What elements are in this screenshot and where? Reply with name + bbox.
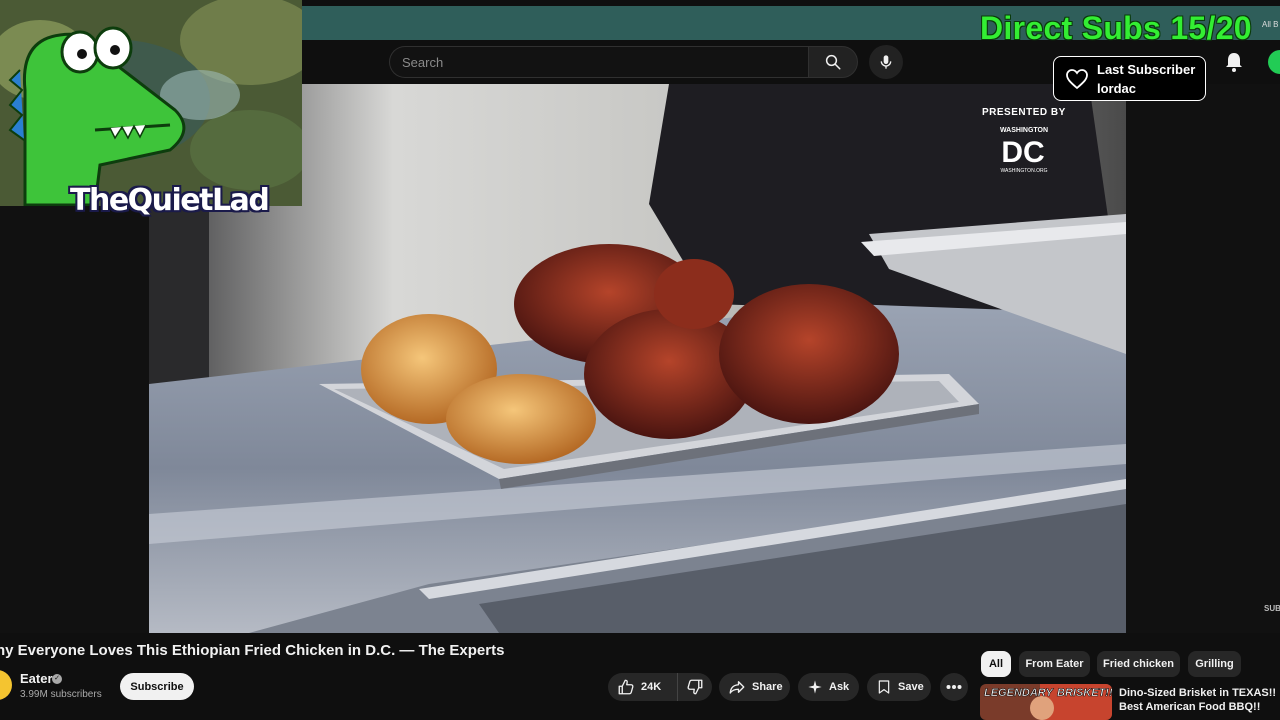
corner-text: All B <box>1262 20 1279 29</box>
subscribe-button[interactable]: Subscribe <box>120 673 194 700</box>
recommendation-thumbnail[interactable]: LEGENDARY BRISKET!!! <box>980 684 1112 720</box>
sponsor-logo: WASHINGTON DC WASHINGTON.ORG <box>1000 127 1048 174</box>
thumb-text-2: BRISKET!!! <box>1057 687 1112 699</box>
share-label: Share <box>752 681 783 693</box>
share-icon <box>729 681 745 694</box>
bell-icon[interactable] <box>1222 50 1246 74</box>
search-input[interactable] <box>402 47 792 77</box>
subscriber-count: 3.99M subscribers <box>20 689 102 700</box>
last-subscriber-name: lordac <box>1097 81 1137 96</box>
like-count: 24K <box>641 681 662 693</box>
heart-icon <box>1066 69 1088 90</box>
save-label: Save <box>898 681 924 693</box>
chip-fried-chicken[interactable]: Fried chicken <box>1097 651 1180 677</box>
ask-label: Ask <box>829 681 850 693</box>
search-box[interactable] <box>389 46 809 78</box>
thumbs-down-icon <box>687 679 703 695</box>
like-dislike-group: 24K <box>608 673 712 701</box>
sponsor-small-text: WASHINGTON <box>1000 127 1048 134</box>
sparkle-icon <box>808 680 822 694</box>
ask-button[interactable]: Ask <box>798 673 859 701</box>
channel-name[interactable]: Eater <box>20 671 53 686</box>
share-button[interactable]: Share <box>719 673 790 701</box>
video-title: hy Everyone Loves This Ethiopian Fried C… <box>0 642 505 659</box>
sponsor-logo-text: DC <box>1001 136 1044 169</box>
more-actions-button[interactable] <box>940 673 968 701</box>
presented-by-text: PRESENTED BY <box>982 107 1066 118</box>
like-button[interactable]: 24K <box>608 673 678 701</box>
chip-grilling[interactable]: Grilling <box>1188 651 1241 677</box>
more-horizontal-icon <box>946 685 962 689</box>
corner-watermark: SUB <box>1264 604 1280 613</box>
streamer-cam <box>0 0 302 206</box>
recommendation-title[interactable]: Dino-Sized Brisket in TEXAS!! Best Ameri… <box>1119 686 1279 714</box>
subs-goal-counter: Direct Subs 15/20 <box>980 10 1252 46</box>
last-subscriber-box: Last Subscriber lordac <box>1053 56 1206 101</box>
save-button[interactable]: Save <box>867 673 931 701</box>
streamer-name: TheQuietLad <box>70 183 270 218</box>
last-subscriber-label: Last Subscriber <box>1097 62 1196 77</box>
search-icon <box>825 54 841 70</box>
dislike-button[interactable] <box>678 673 712 701</box>
sponsor-url-text: WASHINGTON.ORG <box>1001 168 1048 174</box>
thumb-text-1: LEGENDARY <box>984 687 1055 699</box>
cam-image <box>0 0 302 206</box>
channel-avatar[interactable] <box>0 670 12 700</box>
verified-icon: ✓ <box>52 674 62 684</box>
thumbs-up-icon <box>618 679 634 695</box>
search-button[interactable] <box>808 46 858 78</box>
bookmark-icon <box>878 680 890 694</box>
chip-all[interactable]: All <box>981 651 1011 677</box>
microphone-icon <box>880 55 892 69</box>
voice-search-button[interactable] <box>869 45 903 79</box>
chip-from-eater[interactable]: From Eater <box>1019 651 1090 677</box>
